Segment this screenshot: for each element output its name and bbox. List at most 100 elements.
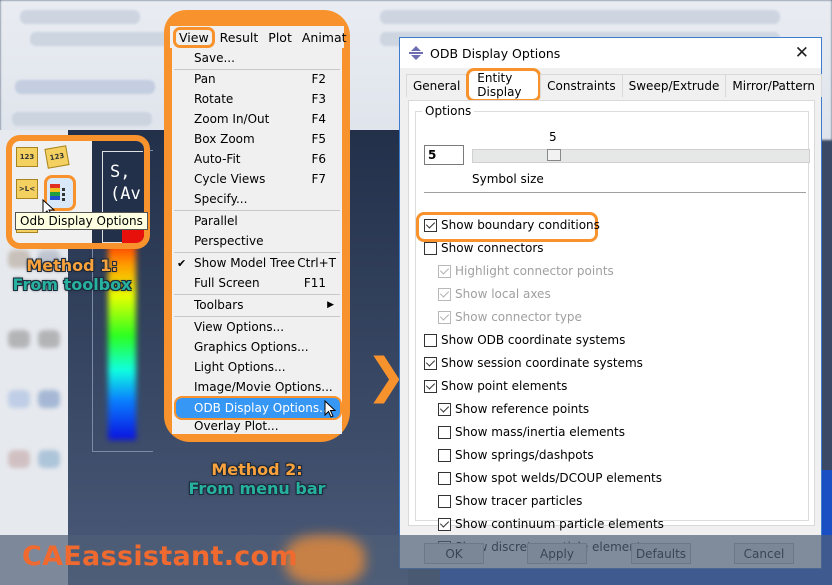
checkbox-box[interactable] <box>438 471 451 485</box>
slider-value-label: 5 <box>549 130 557 144</box>
checkbox-springs-dashpots[interactable]: Show springs/dashpots <box>438 448 594 462</box>
method2-subtitle: From menu bar <box>188 479 326 498</box>
odb-display-options-dialog: ODB Display Options ✕ General Entity Dis… <box>399 37 822 569</box>
slider-thumb[interactable] <box>547 149 561 161</box>
blurred-combo <box>12 112 152 126</box>
tab-general[interactable]: General <box>406 74 468 97</box>
menu-view[interactable]: View <box>173 26 215 48</box>
checkbox-session-coordinate-systems[interactable]: Show session coordinate systems <box>424 356 643 370</box>
menu-item-image-movie-options[interactable]: Image/Movie Options... <box>172 377 342 397</box>
entity-display-panel: Options 5 5 Symbol size Show boundary co… <box>408 100 815 554</box>
menu-item-overlay-plot[interactable]: Overlay Plot... <box>172 416 342 436</box>
view-menu: Save... Pan F2 Rotate F3 Zoom In/Out F4 Box… <box>172 48 342 434</box>
checkbox-mass-inertia-elements[interactable]: Show mass/inertia elements <box>438 425 625 439</box>
method2-caption: Method 2: From menu bar <box>180 460 334 498</box>
method1-subtitle: From toolbox <box>12 275 132 294</box>
menu-item-save[interactable]: Save... <box>172 48 342 68</box>
legend-red-band <box>122 229 144 243</box>
checkbox-box[interactable] <box>438 402 451 416</box>
menu-plot[interactable]: Plot <box>263 30 297 45</box>
checkbox-point-elements[interactable]: Show point elements <box>424 379 567 393</box>
checkbox-spot-welds[interactable]: Show spot welds/DCOUP elements <box>438 471 662 485</box>
blurred-tool <box>38 450 60 468</box>
options-group: Options 5 5 Symbol size Show boundary co… <box>415 104 810 554</box>
checkbox-tracer-particles[interactable]: Show tracer particles <box>438 494 582 508</box>
checkbox-label: Show reference points <box>455 402 590 416</box>
tab-mirror-pattern[interactable]: Mirror/Pattern <box>725 74 822 97</box>
checkbox-label: Show springs/dashpots <box>455 448 594 462</box>
checkbox-label: Show ODB coordinate systems <box>441 333 626 347</box>
checkmark-icon: ✔ <box>177 256 187 270</box>
symbol-size-slider[interactable]: 5 <box>472 130 810 163</box>
menu-item-view-options[interactable]: View Options... <box>172 317 342 337</box>
legend-title: S, (Av <box>110 162 141 204</box>
menu-item-light-options[interactable]: Light Options... <box>172 357 342 377</box>
menu-item-full-screen[interactable]: Full Screen F11 <box>172 273 342 293</box>
checkbox-box[interactable] <box>438 517 451 531</box>
blurred-tool <box>8 330 30 348</box>
checkbox-label: Show tracer particles <box>455 494 583 508</box>
menu-item-auto-fit[interactable]: Auto-Fit F6 <box>172 149 342 169</box>
menu-item-show-model-tree[interactable]: ✔ Show Model Tree Ctrl+T <box>172 253 342 273</box>
menu-item-rotate[interactable]: Rotate F3 <box>172 89 342 109</box>
symbol-size-label: Symbol size <box>472 172 544 186</box>
menu-item-box-zoom[interactable]: Box Zoom F5 <box>172 129 342 149</box>
method1-caption: Method 1: From toolbox <box>8 256 136 294</box>
checkbox-label: Show session coordinate systems <box>441 356 643 370</box>
menu-item-parallel[interactable]: Parallel <box>172 211 342 231</box>
blurred-title <box>20 10 140 24</box>
checkbox-label: Show boundary conditions <box>441 218 600 232</box>
menu-item-specify[interactable]: Specify... <box>172 189 342 209</box>
menu-result[interactable]: Result <box>215 30 264 45</box>
checkbox-reference-points[interactable]: Show reference points <box>438 402 589 416</box>
menu-item-zoom[interactable]: Zoom In/Out F4 <box>172 109 342 129</box>
tab-sweep-extrude[interactable]: Sweep/Extrude <box>621 74 727 97</box>
method1-title: Method 1: <box>26 256 118 275</box>
blurred-menubar <box>30 32 170 46</box>
options-group-label: Options <box>422 104 475 118</box>
checkbox-box[interactable] <box>424 379 437 393</box>
checkbox-label: Show point elements <box>441 379 568 393</box>
checkbox-box[interactable] <box>438 494 451 508</box>
abaqus-app-icon <box>409 46 423 60</box>
checkbox-connector-type: Show connector type <box>438 310 582 324</box>
menu-animate[interactable]: Animat <box>297 30 352 45</box>
menu-item-cycle-views[interactable]: Cycle Views F7 <box>172 169 342 189</box>
divider <box>424 192 806 193</box>
checkbox-box <box>438 287 451 301</box>
toolbox-highlight: 123 123 >L< S, (Av <box>6 135 150 249</box>
blurred-title-right <box>380 10 780 24</box>
checkbox-odb-coordinate-systems[interactable]: Show ODB coordinate systems <box>424 333 625 347</box>
menu-item-pan[interactable]: Pan F2 <box>172 69 342 89</box>
arrows-icon[interactable]: >L< <box>16 179 38 199</box>
checkbox-boundary-conditions[interactable]: Show boundary conditions <box>424 218 600 232</box>
checkbox-continuum-particle-elements[interactable]: Show continuum particle elements <box>438 517 664 531</box>
blurred-tool <box>8 450 30 468</box>
menu-item-toolbars[interactable]: Toolbars ▶ <box>172 295 342 315</box>
checkbox-label: Show mass/inertia elements <box>455 425 625 439</box>
menu-item-graphics-options[interactable]: Graphics Options... <box>172 337 342 357</box>
numbering-icon[interactable]: 123 <box>16 147 38 167</box>
checkbox-box <box>438 264 451 278</box>
checkbox-box[interactable] <box>424 333 437 347</box>
checkbox-label: Show spot welds/DCOUP elements <box>455 471 662 485</box>
tab-entity-display[interactable]: Entity Display <box>466 68 542 102</box>
close-icon[interactable]: ✕ <box>795 43 809 63</box>
blurred-tool <box>38 330 60 348</box>
checkbox-connectors[interactable]: Show connectors <box>424 241 544 255</box>
dialog-title: ODB Display Options <box>430 45 561 61</box>
checkbox-local-axes: Show local axes <box>438 287 551 301</box>
checkbox-box[interactable] <box>438 448 451 462</box>
submenu-arrow-icon: ▶ <box>327 300 334 310</box>
watermark-logo: CAEassistant.com <box>22 541 298 572</box>
tab-constraints[interactable]: Constraints <box>540 74 623 97</box>
menu-item-perspective[interactable]: Perspective <box>172 231 342 251</box>
blurred-tool <box>8 390 30 408</box>
checkbox-box[interactable] <box>424 356 437 370</box>
checkbox-box[interactable] <box>424 241 437 255</box>
numbering-diagonal-icon[interactable]: 123 <box>44 145 70 169</box>
checkbox-box[interactable] <box>438 425 451 439</box>
symbol-size-input[interactable]: 5 <box>424 145 464 165</box>
checkbox-box[interactable] <box>424 218 437 232</box>
checkbox-label: Show connectors <box>441 241 544 255</box>
